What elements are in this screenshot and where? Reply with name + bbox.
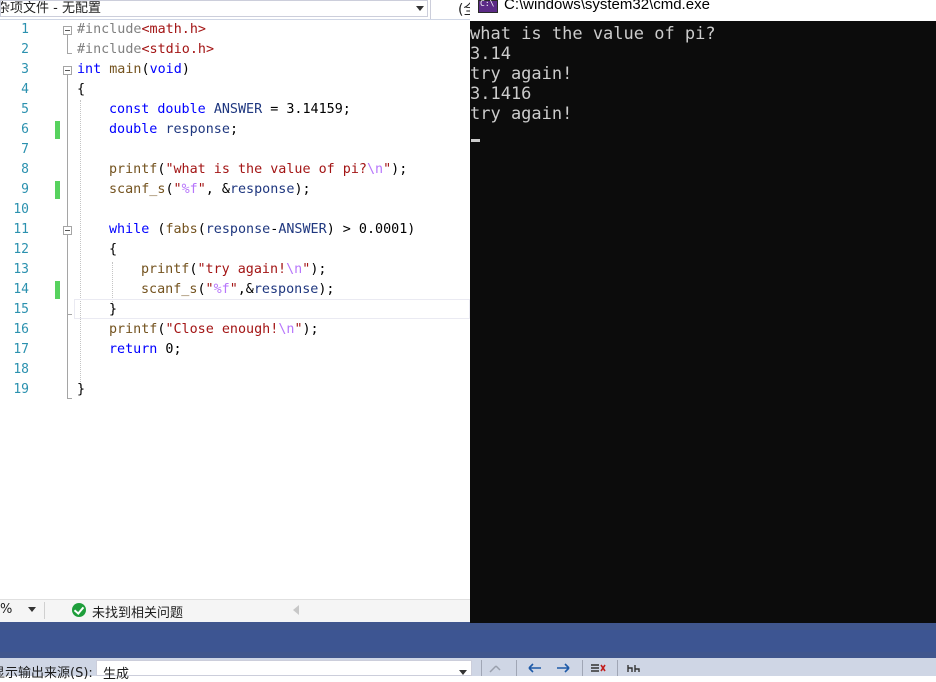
line-number: 2 — [21, 42, 29, 57]
console-app-icon: C:\ — [478, 0, 498, 13]
issues-status[interactable]: 未找到相关问题 — [92, 602, 183, 621]
change-marker — [55, 281, 60, 299]
line-number: 17 — [13, 342, 29, 357]
line-number: 13 — [13, 262, 29, 277]
divider — [516, 660, 517, 676]
word-wrap-icon[interactable] — [626, 662, 642, 674]
panel-header — [0, 622, 936, 658]
scroll-left-icon[interactable] — [293, 605, 299, 615]
console-window[interactable]: C:\ C:\windows\system32\cmd.exe what is … — [470, 0, 936, 623]
check-circle-icon — [72, 603, 86, 617]
console-title: C:\windows\system32\cmd.exe — [504, 0, 710, 13]
code-line: scanf_s("%f", &response); — [109, 182, 311, 197]
indent-guide — [80, 100, 81, 390]
chevron-down-icon[interactable] — [28, 607, 36, 612]
line-number: 3 — [21, 62, 29, 77]
code-line: } — [109, 302, 118, 317]
code-editor[interactable]: 1 2 3 4 5 6 7 8 9 10 11 12 13 14 15 16 1… — [0, 20, 470, 600]
find-in-output-icon[interactable] — [488, 662, 504, 674]
output-source-select[interactable]: 生成 — [96, 660, 472, 682]
chevron-down-icon — [416, 6, 424, 11]
line-number: 5 — [21, 102, 29, 117]
console-title-bar[interactable]: C:\ C:\windows\system32\cmd.exe — [470, 0, 936, 21]
console-output-line: try again! — [470, 104, 573, 124]
console-output-line: what is the value of pi? — [470, 24, 716, 44]
code-line: double response; — [109, 122, 238, 137]
line-number: 11 — [13, 222, 29, 237]
collapse-icon[interactable] — [63, 66, 72, 75]
code-line: #include<stdio.h> — [77, 42, 215, 57]
code-line: } — [77, 382, 86, 397]
line-number: 4 — [21, 82, 29, 97]
line-number: 9 — [21, 182, 29, 197]
code-line: printf("what is the value of pi?\n"); — [109, 162, 408, 177]
divider — [481, 660, 482, 676]
editor-top-bar: 杂项文件 - 无配置 (全 — [0, 0, 477, 20]
divider — [430, 0, 431, 19]
clear-all-icon[interactable] — [590, 662, 606, 674]
console-cursor — [471, 139, 480, 142]
current-line-highlight — [74, 299, 470, 319]
fold-line — [67, 35, 68, 53]
project-combo-label: 杂项文件 - 无配置 — [0, 1, 101, 16]
collapse-icon[interactable] — [63, 26, 72, 35]
change-marker — [55, 121, 60, 139]
code-line: printf("Close enough!\n"); — [109, 322, 319, 337]
line-number: 7 — [21, 142, 29, 157]
project-combo[interactable]: 杂项文件 - 无配置 — [0, 0, 428, 17]
divider — [617, 660, 618, 676]
editor-status-bar: % 未找到相关问题 — [0, 599, 470, 622]
change-marker — [55, 181, 60, 199]
line-number: 15 — [13, 302, 29, 317]
code-line: { — [109, 242, 118, 257]
output-source-value: 生成 — [103, 667, 130, 682]
line-number: 19 — [13, 382, 29, 397]
line-number: 6 — [21, 122, 29, 137]
console-output-line: 3.1416 — [470, 84, 532, 104]
line-number: 18 — [13, 362, 29, 377]
prev-message-icon[interactable] — [527, 662, 543, 674]
code-line: int main(void) — [77, 62, 190, 77]
line-number: 8 — [21, 162, 29, 177]
code-line: printf("try again!\n"); — [141, 262, 327, 277]
fold-line — [67, 53, 72, 54]
line-number: 10 — [13, 202, 29, 217]
divider — [582, 660, 583, 676]
collapse-icon[interactable] — [63, 226, 72, 235]
zoom-level[interactable]: % — [0, 602, 12, 617]
code-line: { — [77, 82, 86, 97]
code-line: return 0; — [109, 342, 182, 357]
code-line: scanf_s("%f",&response); — [141, 282, 335, 297]
chevron-down-icon — [459, 670, 467, 675]
line-number: 12 — [13, 242, 29, 257]
console-output-line: try again! — [470, 64, 573, 84]
code-line: while (fabs(response-ANSWER) > 0.0001) — [109, 222, 416, 237]
code-line: const double ANSWER = 3.14159; — [109, 102, 351, 117]
console-output-line: 3.14 — [470, 44, 511, 64]
divider — [44, 602, 45, 619]
output-toolbar: 显示输出来源(S): 生成 — [0, 658, 936, 682]
code-line: #include<math.h> — [77, 22, 206, 37]
fold-line — [67, 314, 72, 315]
line-number: 1 — [21, 22, 29, 37]
fold-line — [67, 75, 68, 398]
line-number: 16 — [13, 322, 29, 337]
line-number: 14 — [13, 282, 29, 297]
next-message-icon[interactable] — [555, 662, 571, 674]
fold-line — [67, 398, 72, 399]
output-source-label: 显示输出来源(S): — [0, 666, 93, 681]
